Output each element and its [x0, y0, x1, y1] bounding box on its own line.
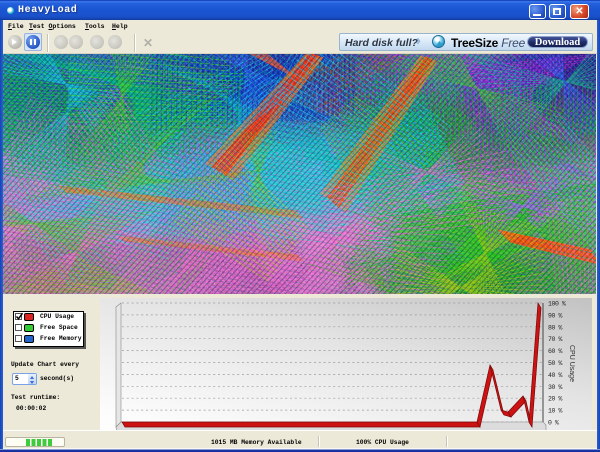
svg-text:10 %: 10 %: [548, 408, 563, 415]
svg-text:90 %: 90 %: [548, 312, 563, 319]
svg-text:60 %: 60 %: [548, 348, 563, 355]
svg-text:40 %: 40 %: [548, 372, 563, 379]
svg-text:80 %: 80 %: [548, 324, 563, 331]
svg-text:50 %: 50 %: [548, 360, 563, 367]
svg-text:100 %: 100 %: [548, 301, 566, 308]
svg-text:70 %: 70 %: [548, 336, 563, 343]
svg-text:30 %: 30 %: [548, 384, 563, 391]
svg-text:20 %: 20 %: [548, 396, 563, 403]
svg-text:0 %: 0 %: [548, 420, 559, 427]
svg-text:CPU Usage: CPU Usage: [568, 345, 575, 382]
